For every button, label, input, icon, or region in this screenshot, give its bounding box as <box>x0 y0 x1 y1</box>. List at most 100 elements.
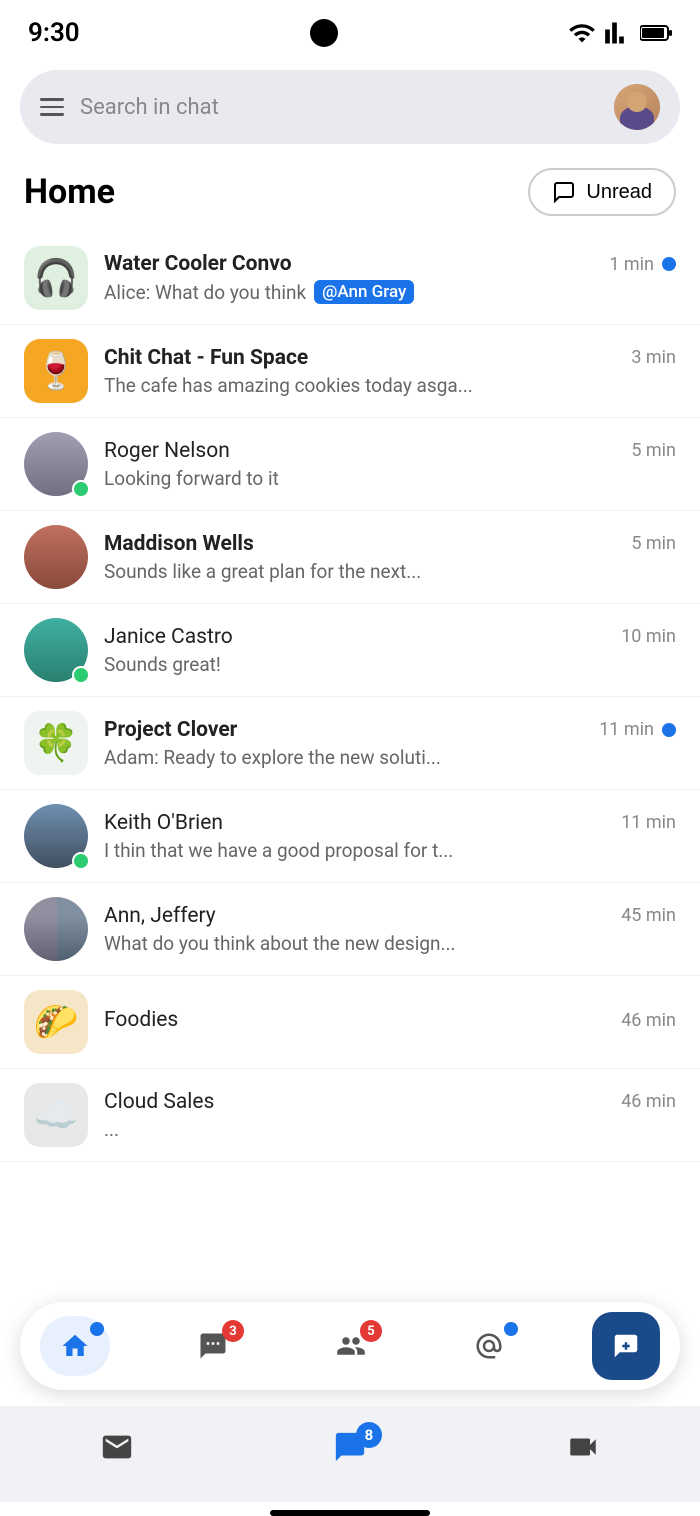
chat-content: Water Cooler Convo 1 min Alice: What do … <box>104 252 676 304</box>
chat-name: Roger Nelson <box>104 439 230 463</box>
unread-indicator <box>662 257 676 271</box>
chat-top: Cloud Sales 46 min <box>104 1090 676 1114</box>
chat-preview: Adam: Ready to explore the new soluti... <box>104 746 676 769</box>
chat-time: 1 min <box>609 254 654 275</box>
bottom-area: 3 5 <box>0 1302 700 1516</box>
chat-content: Chit Chat - Fun Space 3 min The cafe has… <box>104 346 676 397</box>
chat-time: 10 min <box>621 626 676 647</box>
chat-time-wrap: 3 min <box>631 347 676 368</box>
bottom-nav-video[interactable] <box>543 1422 623 1472</box>
compose-button[interactable] <box>592 1312 660 1380</box>
chat-content: Janice Castro 10 min Sounds great! <box>104 625 676 676</box>
page-title: Home <box>24 172 115 212</box>
preview-text: Sounds great! <box>104 653 221 676</box>
chat-preview: Looking forward to it <box>104 467 676 490</box>
online-dot <box>72 852 90 870</box>
home-header: Home Unread <box>0 160 700 232</box>
bottom-nav-chat[interactable]: 8 <box>310 1422 390 1472</box>
online-dot <box>72 480 90 498</box>
chat-avatar <box>24 897 88 961</box>
chat-item-janice-castro[interactable]: Janice Castro 10 min Sounds great! <box>0 604 700 697</box>
chat-item-water-cooler[interactable]: 🎧 Water Cooler Convo 1 min Alice: What d… <box>0 232 700 325</box>
mention-tag: @Ann Gray <box>314 280 414 304</box>
chat-count-badge: 8 <box>356 1422 382 1448</box>
chat-avatar: 🌮 <box>24 990 88 1054</box>
chat-top: Water Cooler Convo 1 min <box>104 252 676 276</box>
chat-name: Project Clover <box>104 718 237 742</box>
chat-name: Cloud Sales <box>104 1090 214 1114</box>
chat-item-roger-nelson[interactable]: Roger Nelson 5 min Looking forward to it <box>0 418 700 511</box>
chat-time-wrap: 10 min <box>621 626 676 647</box>
chat-time: 45 min <box>621 905 676 926</box>
preview-text: Looking forward to it <box>104 467 279 490</box>
chat-content: Roger Nelson 5 min Looking forward to it <box>104 439 676 490</box>
preview-text: What do you think about the new design..… <box>104 932 456 955</box>
preview-text: The cafe has amazing cookies today asga.… <box>104 374 473 397</box>
preview-text: Adam: Ready to explore the new soluti... <box>104 746 441 769</box>
chat-preview: Sounds like a great plan for the next... <box>104 560 676 583</box>
chat-top: Roger Nelson 5 min <box>104 439 676 463</box>
chat-preview: Sounds great! <box>104 653 676 676</box>
nav-chats[interactable]: 3 <box>178 1316 248 1376</box>
chat-item-foodies[interactable]: 🌮 Foodies 46 min <box>0 976 700 1069</box>
menu-button[interactable] <box>40 98 64 116</box>
compose-icon <box>611 1331 641 1361</box>
chat-name: Foodies <box>104 1008 178 1032</box>
chat-preview: Alice: What do you think @Ann Gray <box>104 280 676 304</box>
chat-name: Maddison Wells <box>104 532 254 556</box>
preview-text: Sounds like a great plan for the next... <box>104 560 421 583</box>
chat-content: Maddison Wells 5 min Sounds like a great… <box>104 532 676 583</box>
chat-preview: What do you think about the new design..… <box>104 932 676 955</box>
chat-preview: I thin that we have a good proposal for … <box>104 839 676 862</box>
chat-item-project-clover[interactable]: 🍀 Project Clover 11 min Adam: Ready to e… <box>0 697 700 790</box>
chat-item-ann-jeffery[interactable]: Ann, Jeffery 45 min What do you think ab… <box>0 883 700 976</box>
chat-time: 46 min <box>621 1010 676 1031</box>
chat-top: Ann, Jeffery 45 min <box>104 904 676 928</box>
signal-icon <box>604 19 632 47</box>
chat-time: 11 min <box>621 812 676 833</box>
home-badge <box>90 1322 104 1336</box>
chat-time: 5 min <box>631 440 676 461</box>
chat-item-keith-obrien[interactable]: Keith O'Brien 11 min I thin that we have… <box>0 790 700 883</box>
status-time: 9:30 <box>28 18 80 48</box>
chat-time-wrap: 46 min <box>621 1010 676 1031</box>
chat-top: Project Clover 11 min <box>104 718 676 742</box>
search-input[interactable]: Search in chat <box>80 95 598 120</box>
mentions-icon <box>474 1331 504 1361</box>
chats-badge: 3 <box>222 1320 244 1342</box>
bottom-nav-mail[interactable] <box>77 1422 157 1472</box>
unread-indicator <box>662 723 676 737</box>
chat-time-wrap: 45 min <box>621 905 676 926</box>
chat-name: Chit Chat - Fun Space <box>104 346 308 370</box>
camera-dot <box>310 19 338 47</box>
chat-item-maddison-wells[interactable]: Maddison Wells 5 min Sounds like a great… <box>0 511 700 604</box>
unread-icon <box>552 180 576 204</box>
bottom-nav: 8 <box>0 1406 700 1502</box>
chat-top: Janice Castro 10 min <box>104 625 676 649</box>
nav-teams[interactable]: 5 <box>316 1316 386 1376</box>
unread-button[interactable]: Unread <box>528 168 676 216</box>
user-avatar[interactable] <box>614 84 660 130</box>
nav-mentions[interactable] <box>454 1316 524 1376</box>
home-icon <box>60 1331 90 1361</box>
chat-content: Project Clover 11 min Adam: Ready to exp… <box>104 718 676 769</box>
chat-time-wrap: 1 min <box>609 254 676 275</box>
chat-top: Foodies 46 min <box>104 1008 676 1032</box>
unread-label: Unread <box>586 181 652 204</box>
chat-time-wrap: 5 min <box>631 440 676 461</box>
chat-time-wrap: 11 min <box>621 812 676 833</box>
wifi-icon <box>568 19 596 47</box>
chat-name: Keith O'Brien <box>104 811 223 835</box>
search-bar[interactable]: Search in chat <box>20 70 680 144</box>
chat-avatar: 🍀 <box>24 711 88 775</box>
chat-avatar <box>24 525 88 589</box>
floating-nav: 3 5 <box>20 1302 680 1390</box>
chat-item-cloud-sales[interactable]: ☁️ Cloud Sales 46 min ... <box>0 1069 700 1162</box>
home-indicator <box>270 1510 430 1516</box>
chat-content: Ann, Jeffery 45 min What do you think ab… <box>104 904 676 955</box>
chat-avatar <box>24 432 88 496</box>
chat-time-wrap: 46 min <box>621 1091 676 1112</box>
chat-time: 46 min <box>621 1091 676 1112</box>
chat-item-chit-chat[interactable]: 🍷 Chit Chat - Fun Space 3 min The cafe h… <box>0 325 700 418</box>
nav-home[interactable] <box>40 1316 110 1376</box>
